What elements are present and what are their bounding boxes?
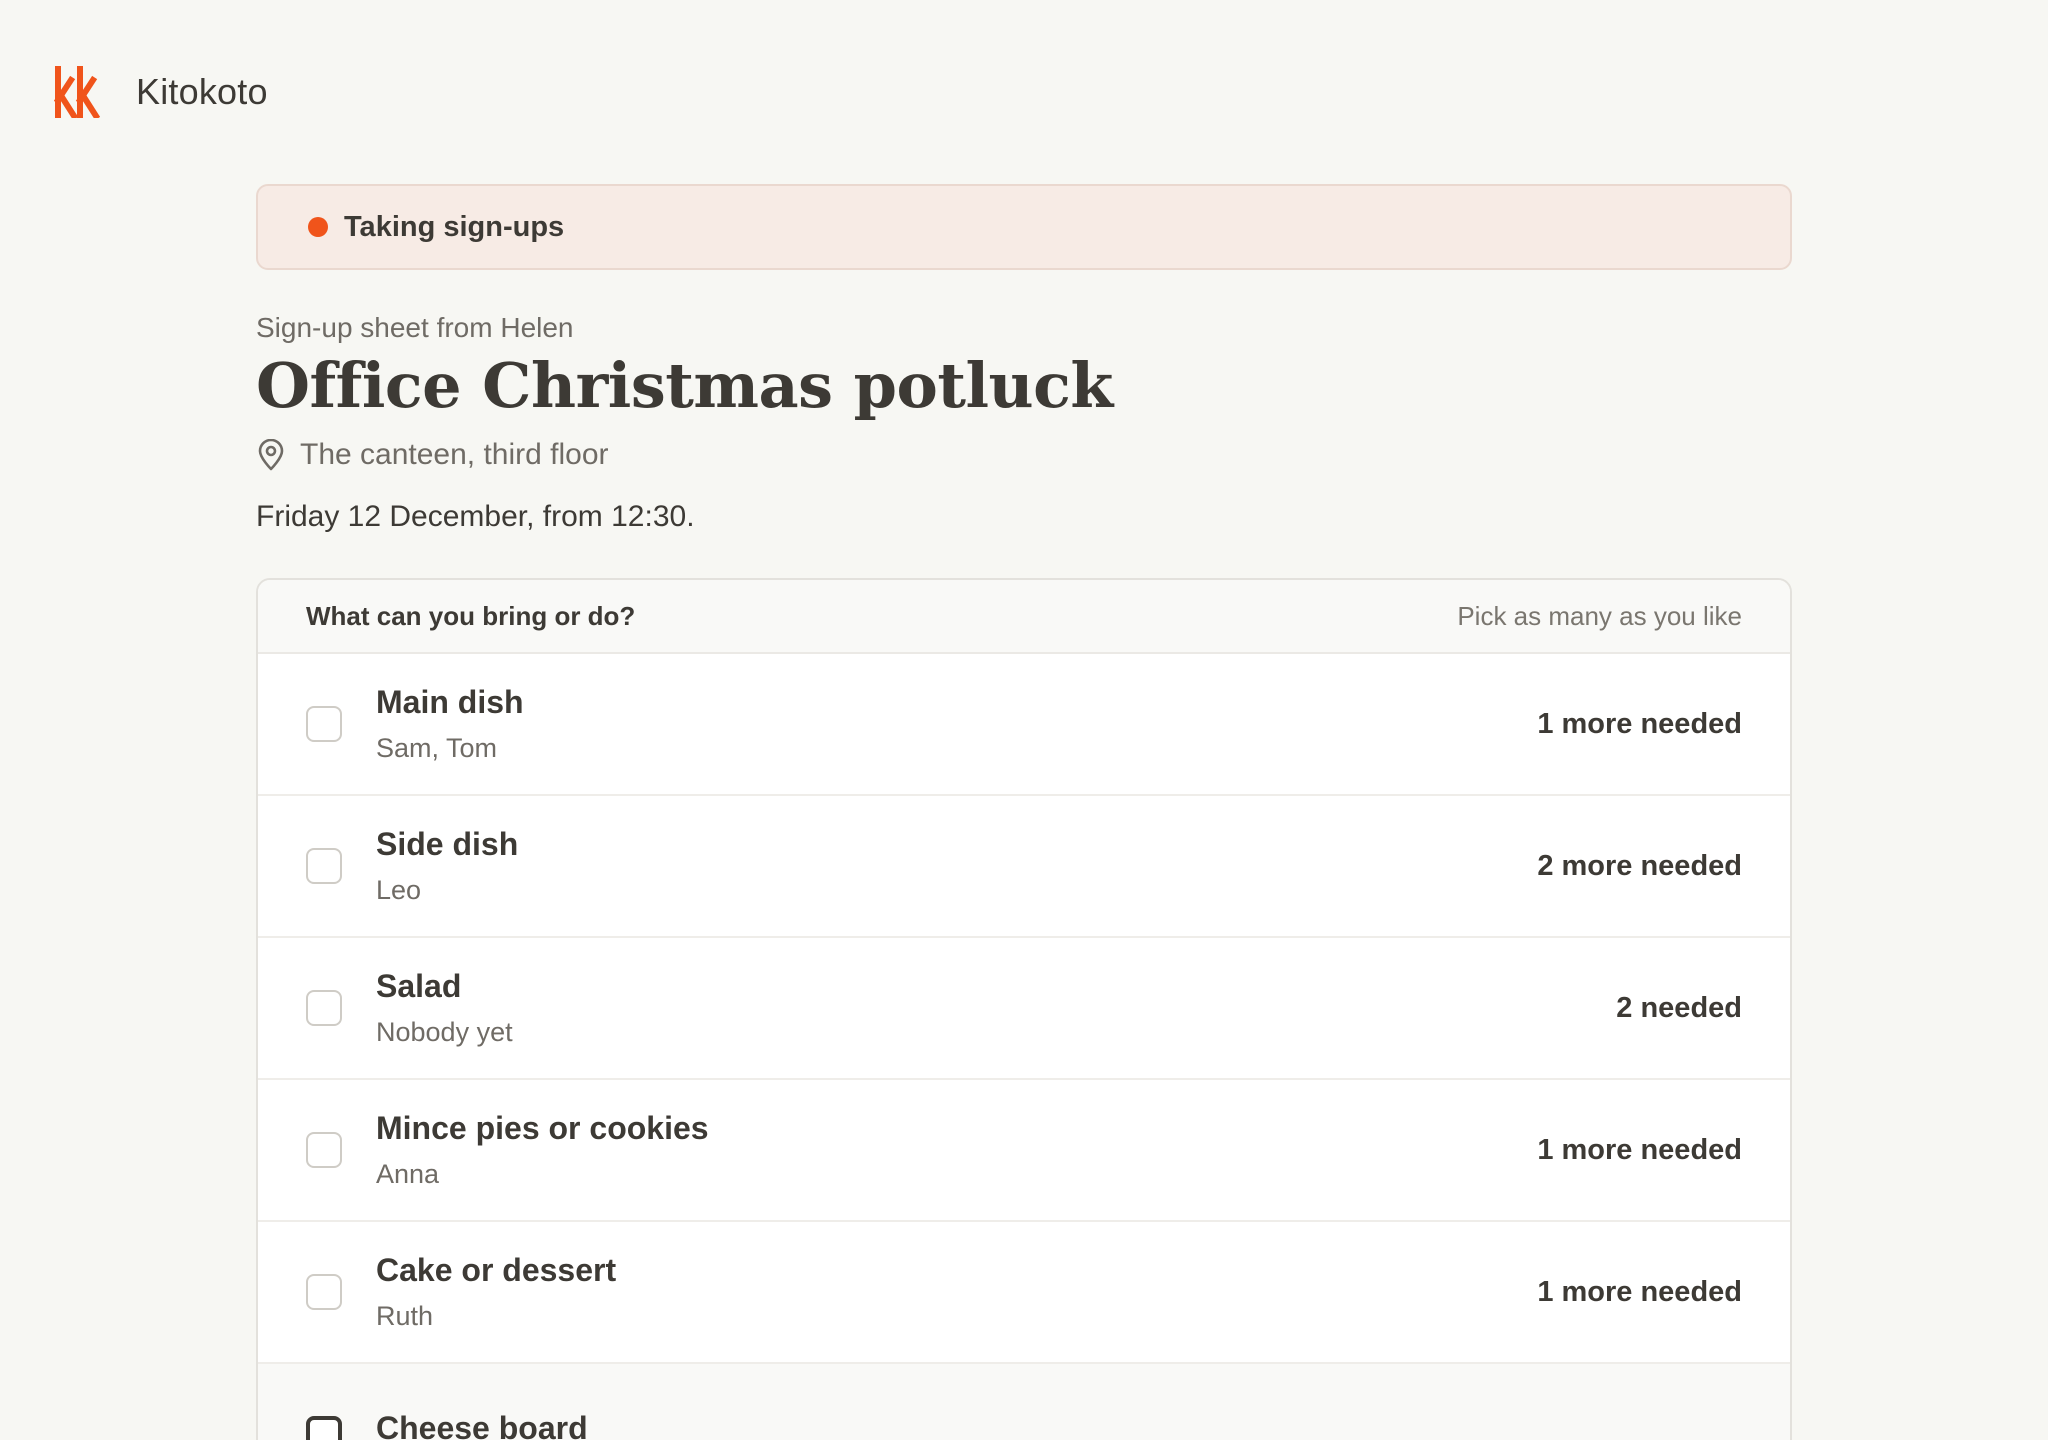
signup-item-cake[interactable]: Cake or dessert Ruth 1 more needed xyxy=(258,1222,1790,1365)
item-title: Salad xyxy=(376,968,462,1005)
page-title: Office Christmas potluck xyxy=(256,349,1113,422)
item-body: Mince pies or cookies Anna xyxy=(376,1110,1537,1190)
signup-list: What can you bring or do? Pick as many a… xyxy=(256,578,1792,1440)
kk-logo-icon xyxy=(54,66,100,118)
item-body: Cheese board xyxy=(376,1410,1742,1440)
status-dot xyxy=(308,217,328,237)
item-people: Ruth xyxy=(376,1301,434,1332)
item-need: 1 more needed xyxy=(1537,1133,1742,1166)
item-title: Cheese board xyxy=(376,1409,588,1440)
signup-list-header: What can you bring or do? Pick as many a… xyxy=(258,580,1790,655)
list-question: What can you bring or do? xyxy=(306,600,636,631)
item-title: Mince pies or cookies xyxy=(376,1110,709,1147)
page: Kitokoto Taking sign-ups Sign-up sheet f… xyxy=(0,0,2048,1440)
item-checkbox[interactable] xyxy=(306,990,342,1027)
item-checkbox[interactable] xyxy=(306,706,342,743)
item-title: Cake or dessert xyxy=(376,1252,617,1289)
brand-name: Kitokoto xyxy=(136,71,268,112)
item-people: Anna xyxy=(376,1159,440,1190)
item-body: Side dish Leo xyxy=(376,826,1537,906)
item-body: Main dish Sam, Tom xyxy=(376,684,1537,764)
signup-item-mince-pies[interactable]: Mince pies or cookies Anna 1 more needed xyxy=(258,1080,1790,1223)
signup-item-main-dish[interactable]: Main dish Sam, Tom 1 more needed xyxy=(258,654,1790,797)
status-banner: Taking sign-ups xyxy=(256,184,1792,270)
item-people: Nobody yet xyxy=(376,1017,513,1048)
status-label: Taking sign-ups xyxy=(344,210,565,243)
signup-item-cheese-board[interactable]: Cheese board xyxy=(258,1364,1790,1440)
item-need: 1 more needed xyxy=(1537,707,1742,740)
sheet-owner: Sign-up sheet from Helen xyxy=(256,312,574,343)
item-checkbox[interactable] xyxy=(306,1416,342,1440)
item-body: Cake or dessert Ruth xyxy=(376,1252,1537,1332)
item-title: Main dish xyxy=(376,684,524,721)
item-checkbox[interactable] xyxy=(306,1274,342,1311)
list-hint: Pick as many as you like xyxy=(1457,600,1742,631)
brand[interactable]: Kitokoto xyxy=(54,66,268,118)
item-need: 2 needed xyxy=(1616,991,1742,1024)
item-need: 2 more needed xyxy=(1537,849,1742,882)
item-checkbox[interactable] xyxy=(306,848,342,885)
item-checkbox[interactable] xyxy=(306,1132,342,1169)
location-text: The canteen, third floor xyxy=(300,438,609,472)
item-need: 1 more needed xyxy=(1537,1275,1742,1308)
item-body: Salad Nobody yet xyxy=(376,968,1616,1048)
item-people: Sam, Tom xyxy=(376,733,498,764)
signup-item-salad[interactable]: Salad Nobody yet 2 needed xyxy=(258,938,1790,1081)
map-pin-icon xyxy=(258,439,284,471)
signup-item-side-dish[interactable]: Side dish Leo 2 more needed xyxy=(258,796,1790,939)
event-date: Friday 12 December, from 12:30. xyxy=(256,500,695,534)
main-content: Taking sign-ups Sign-up sheet from Helen… xyxy=(256,184,1792,1440)
item-people: Leo xyxy=(376,875,422,906)
event-location: The canteen, third floor xyxy=(256,438,1792,472)
item-title: Side dish xyxy=(376,826,519,863)
